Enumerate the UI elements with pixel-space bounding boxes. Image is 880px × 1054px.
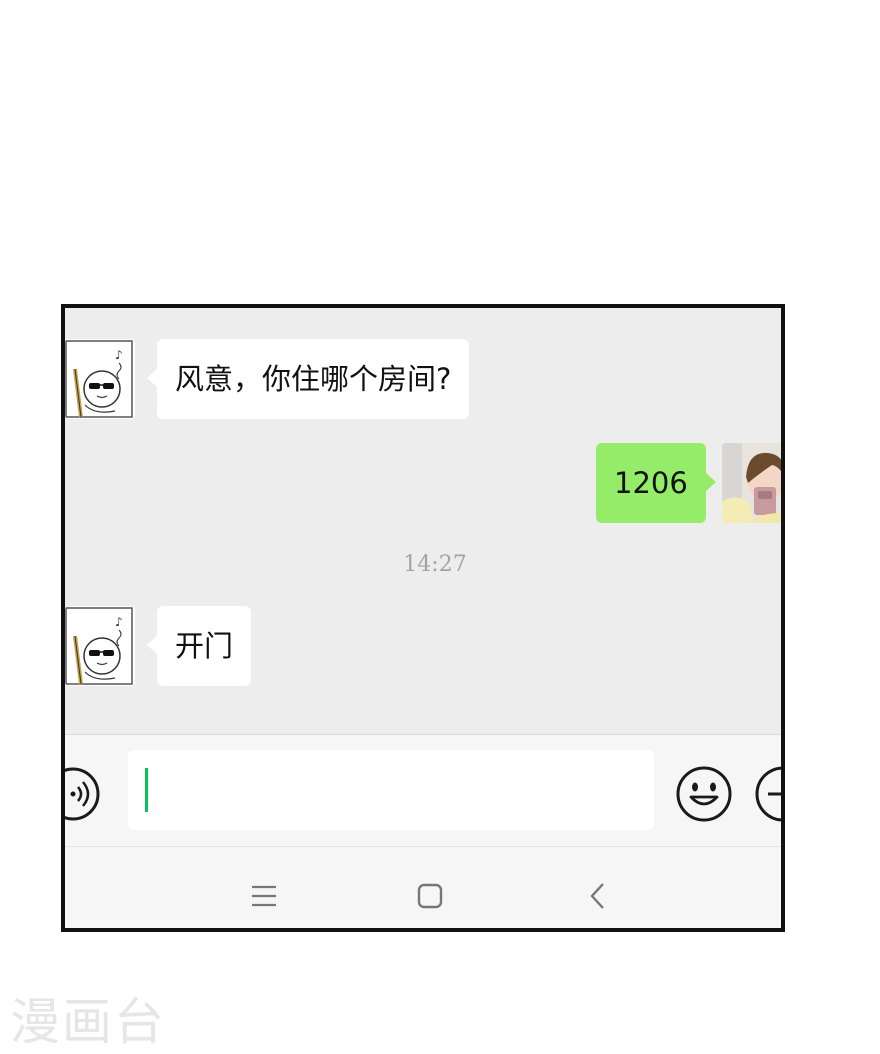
contact-avatar[interactable]: ♪ bbox=[65, 339, 135, 419]
contact-avatar[interactable]: ♪ bbox=[65, 606, 135, 686]
text-caret bbox=[145, 768, 148, 812]
svg-text:♪: ♪ bbox=[115, 348, 123, 362]
back-icon[interactable] bbox=[589, 882, 607, 914]
chat-area[interactable]: ♪ 风意，你住哪个房间? 1206 14:27 ♪ 开门 bbox=[65, 308, 781, 734]
input-bar bbox=[65, 734, 781, 847]
message-input[interactable] bbox=[128, 750, 654, 830]
menu-icon[interactable] bbox=[251, 885, 277, 911]
message-timestamp: 14:27 bbox=[403, 552, 467, 577]
emoji-icon[interactable] bbox=[675, 765, 733, 827]
contact-avatar-image: ♪ bbox=[65, 339, 135, 419]
svg-text:♪: ♪ bbox=[115, 615, 123, 629]
contact-message-bubble[interactable]: 风意，你住哪个房间? bbox=[146, 339, 470, 419]
contact-avatar-image: ♪ bbox=[65, 606, 135, 686]
home-icon[interactable] bbox=[417, 883, 443, 913]
system-nav-bar bbox=[65, 846, 781, 928]
self-avatar-image bbox=[722, 443, 781, 523]
self-message-bubble[interactable]: 1206 bbox=[596, 443, 716, 523]
plus-icon[interactable] bbox=[754, 765, 781, 827]
phone-screen: ♪ 风意，你住哪个房间? 1206 14:27 ♪ 开门 bbox=[61, 304, 785, 932]
self-avatar[interactable] bbox=[722, 443, 781, 523]
watermark: 漫画台 bbox=[10, 993, 166, 1051]
voice-icon[interactable] bbox=[65, 766, 109, 826]
contact-message-bubble[interactable]: 开门 bbox=[146, 606, 252, 686]
